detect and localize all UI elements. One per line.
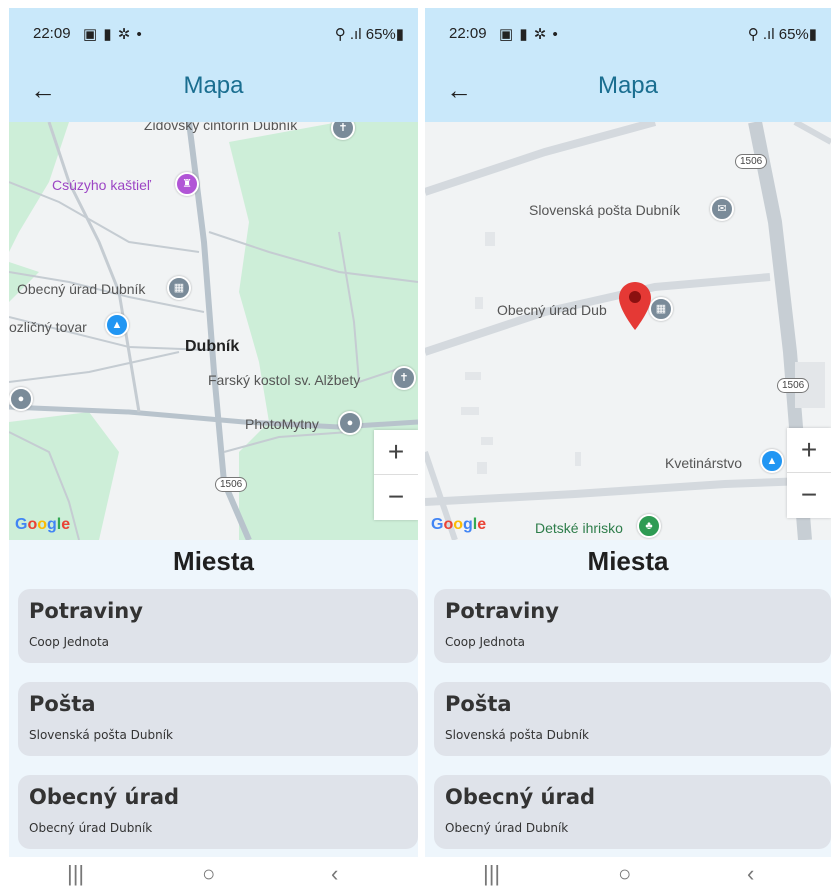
map-label-csuzy-manor: Csúzyho kaštieľ bbox=[52, 177, 152, 193]
shopping-bag-icon[interactable]: ▲ bbox=[760, 449, 784, 473]
recents-icon[interactable]: ||| bbox=[67, 861, 84, 887]
municipal-office-icon[interactable]: ▦ bbox=[167, 276, 191, 300]
section-title: Miesta bbox=[587, 546, 669, 576]
status-bar: 22:09 ▣ ▮ ✲ • ⚲ .ıl 65%▮ bbox=[425, 8, 831, 58]
map-label-jewish-cemetery: Židovský cintorín Dubník bbox=[144, 122, 298, 133]
zoom-controls: + − bbox=[787, 428, 831, 518]
place-marker-icon[interactable]: ● bbox=[9, 387, 33, 411]
place-name: Slovenská pošta Dubník bbox=[445, 728, 589, 742]
place-category: Obecný úrad bbox=[445, 785, 596, 809]
app-bar: ← Mapa bbox=[425, 58, 831, 122]
zoom-in-button[interactable]: + bbox=[374, 430, 418, 475]
place-category: Pošta bbox=[29, 692, 96, 716]
map-label-general-store: ozličný tovar bbox=[9, 319, 87, 335]
place-card-post[interactable]: Pošta Slovenská pošta Dubník bbox=[434, 682, 831, 756]
church-icon[interactable]: ✝ bbox=[392, 366, 416, 390]
phone-screen-1: 22:09 ▣ ▮ ✲ • ⚲ .ıl 65%▮ ← Mapa Židovský… bbox=[9, 8, 418, 893]
zoom-in-button[interactable]: + bbox=[787, 428, 831, 473]
place-name: Coop Jednota bbox=[445, 635, 526, 649]
google-logo: Google bbox=[431, 516, 487, 533]
zoom-out-button[interactable]: − bbox=[374, 475, 418, 519]
map-label-church: Farský kostol sv. Alžbety bbox=[208, 372, 361, 388]
page-title: Mapa bbox=[597, 72, 659, 99]
status-time: 22:09 bbox=[449, 25, 487, 42]
notification-icons: ▣ ▮ ✲ • bbox=[83, 26, 143, 43]
system-nav-bar: ||| ○ ‹ bbox=[9, 857, 418, 893]
place-card-office[interactable]: Obecný úrad Obecný úrad Dubník bbox=[434, 775, 831, 849]
mail-icon[interactable]: ✉ bbox=[710, 197, 734, 221]
place-category: Potraviny bbox=[445, 599, 559, 623]
place-card-grocery[interactable]: Potraviny Coop Jednota bbox=[18, 589, 418, 663]
road-shield: 1506 bbox=[215, 477, 248, 492]
system-back-icon[interactable]: ‹ bbox=[331, 861, 338, 887]
place-card-post[interactable]: Pošta Slovenská pošta Dubník bbox=[18, 682, 418, 756]
map-label-municipal-office: Obecný úrad Dub bbox=[497, 302, 607, 318]
app-bar: ← Mapa bbox=[9, 58, 418, 122]
map-label-post-office: Slovenská pošta Dubník bbox=[529, 202, 680, 218]
zoom-controls: + − bbox=[374, 430, 418, 520]
place-card-office[interactable]: Obecný úrad Obecný úrad Dubník bbox=[18, 775, 418, 849]
google-logo: Google bbox=[15, 516, 71, 533]
zoom-out-button[interactable]: − bbox=[787, 473, 831, 517]
map-view[interactable]: 1506 Slovenská pošta Dubník ✉ Obecný úra… bbox=[425, 122, 831, 540]
place-category: Pošta bbox=[445, 692, 512, 716]
page-title: Mapa bbox=[183, 72, 244, 99]
place-category: Potraviny bbox=[29, 599, 143, 623]
phone-screen-2: 22:09 ▣ ▮ ✲ • ⚲ .ıl 65%▮ ← Mapa 1506 Slo… bbox=[425, 8, 831, 893]
place-category: Obecný úrad bbox=[29, 785, 180, 809]
home-icon[interactable]: ○ bbox=[202, 861, 215, 887]
map-background bbox=[425, 122, 831, 540]
system-back-icon[interactable]: ‹ bbox=[747, 861, 754, 887]
system-nav-bar: ||| ○ ‹ bbox=[425, 857, 831, 893]
location-pin-icon[interactable] bbox=[619, 282, 651, 330]
map-label-municipal-office: Obecný úrad Dubník bbox=[17, 281, 146, 297]
recents-icon[interactable]: ||| bbox=[483, 861, 500, 887]
map-label-photomytny: PhotoMytny bbox=[245, 416, 319, 432]
battery-indicator: ⚲ .ıl 65%▮ bbox=[334, 26, 404, 43]
section-title: Miesta bbox=[173, 546, 254, 576]
place-name: Obecný úrad Dubník bbox=[29, 821, 153, 835]
castle-icon[interactable]: ♜ bbox=[175, 172, 199, 196]
place-marker-icon[interactable]: ● bbox=[338, 411, 362, 435]
battery-indicator: ⚲ .ıl 65%▮ bbox=[747, 26, 817, 43]
municipal-office-icon[interactable]: ▦ bbox=[649, 297, 673, 321]
status-bar: 22:09 ▣ ▮ ✲ • ⚲ .ıl 65%▮ bbox=[9, 8, 418, 58]
map-label-florist: Kvetinárstvo bbox=[665, 455, 743, 471]
place-card-grocery[interactable]: Potraviny Coop Jednota bbox=[434, 589, 831, 663]
map-view[interactable]: Židovský cintorín Dubník ✝ Csúzyho kašti… bbox=[9, 122, 418, 540]
road-shield: 1506 bbox=[777, 378, 810, 393]
status-time: 22:09 bbox=[33, 25, 71, 42]
notification-icons: ▣ ▮ ✲ • bbox=[499, 26, 559, 43]
place-name: Coop Jednota bbox=[29, 635, 110, 649]
playground-tree-icon[interactable]: ♣ bbox=[637, 514, 661, 538]
map-label-village-name: Dubník bbox=[185, 338, 240, 355]
place-name: Slovenská pošta Dubník bbox=[29, 728, 173, 742]
shopping-bag-icon[interactable]: ▲ bbox=[105, 313, 129, 337]
road-shield: 1506 bbox=[735, 154, 768, 169]
place-name: Obecný úrad Dubník bbox=[445, 821, 569, 835]
home-icon[interactable]: ○ bbox=[618, 861, 631, 887]
map-label-playground: Detské ihrisko bbox=[535, 520, 623, 536]
